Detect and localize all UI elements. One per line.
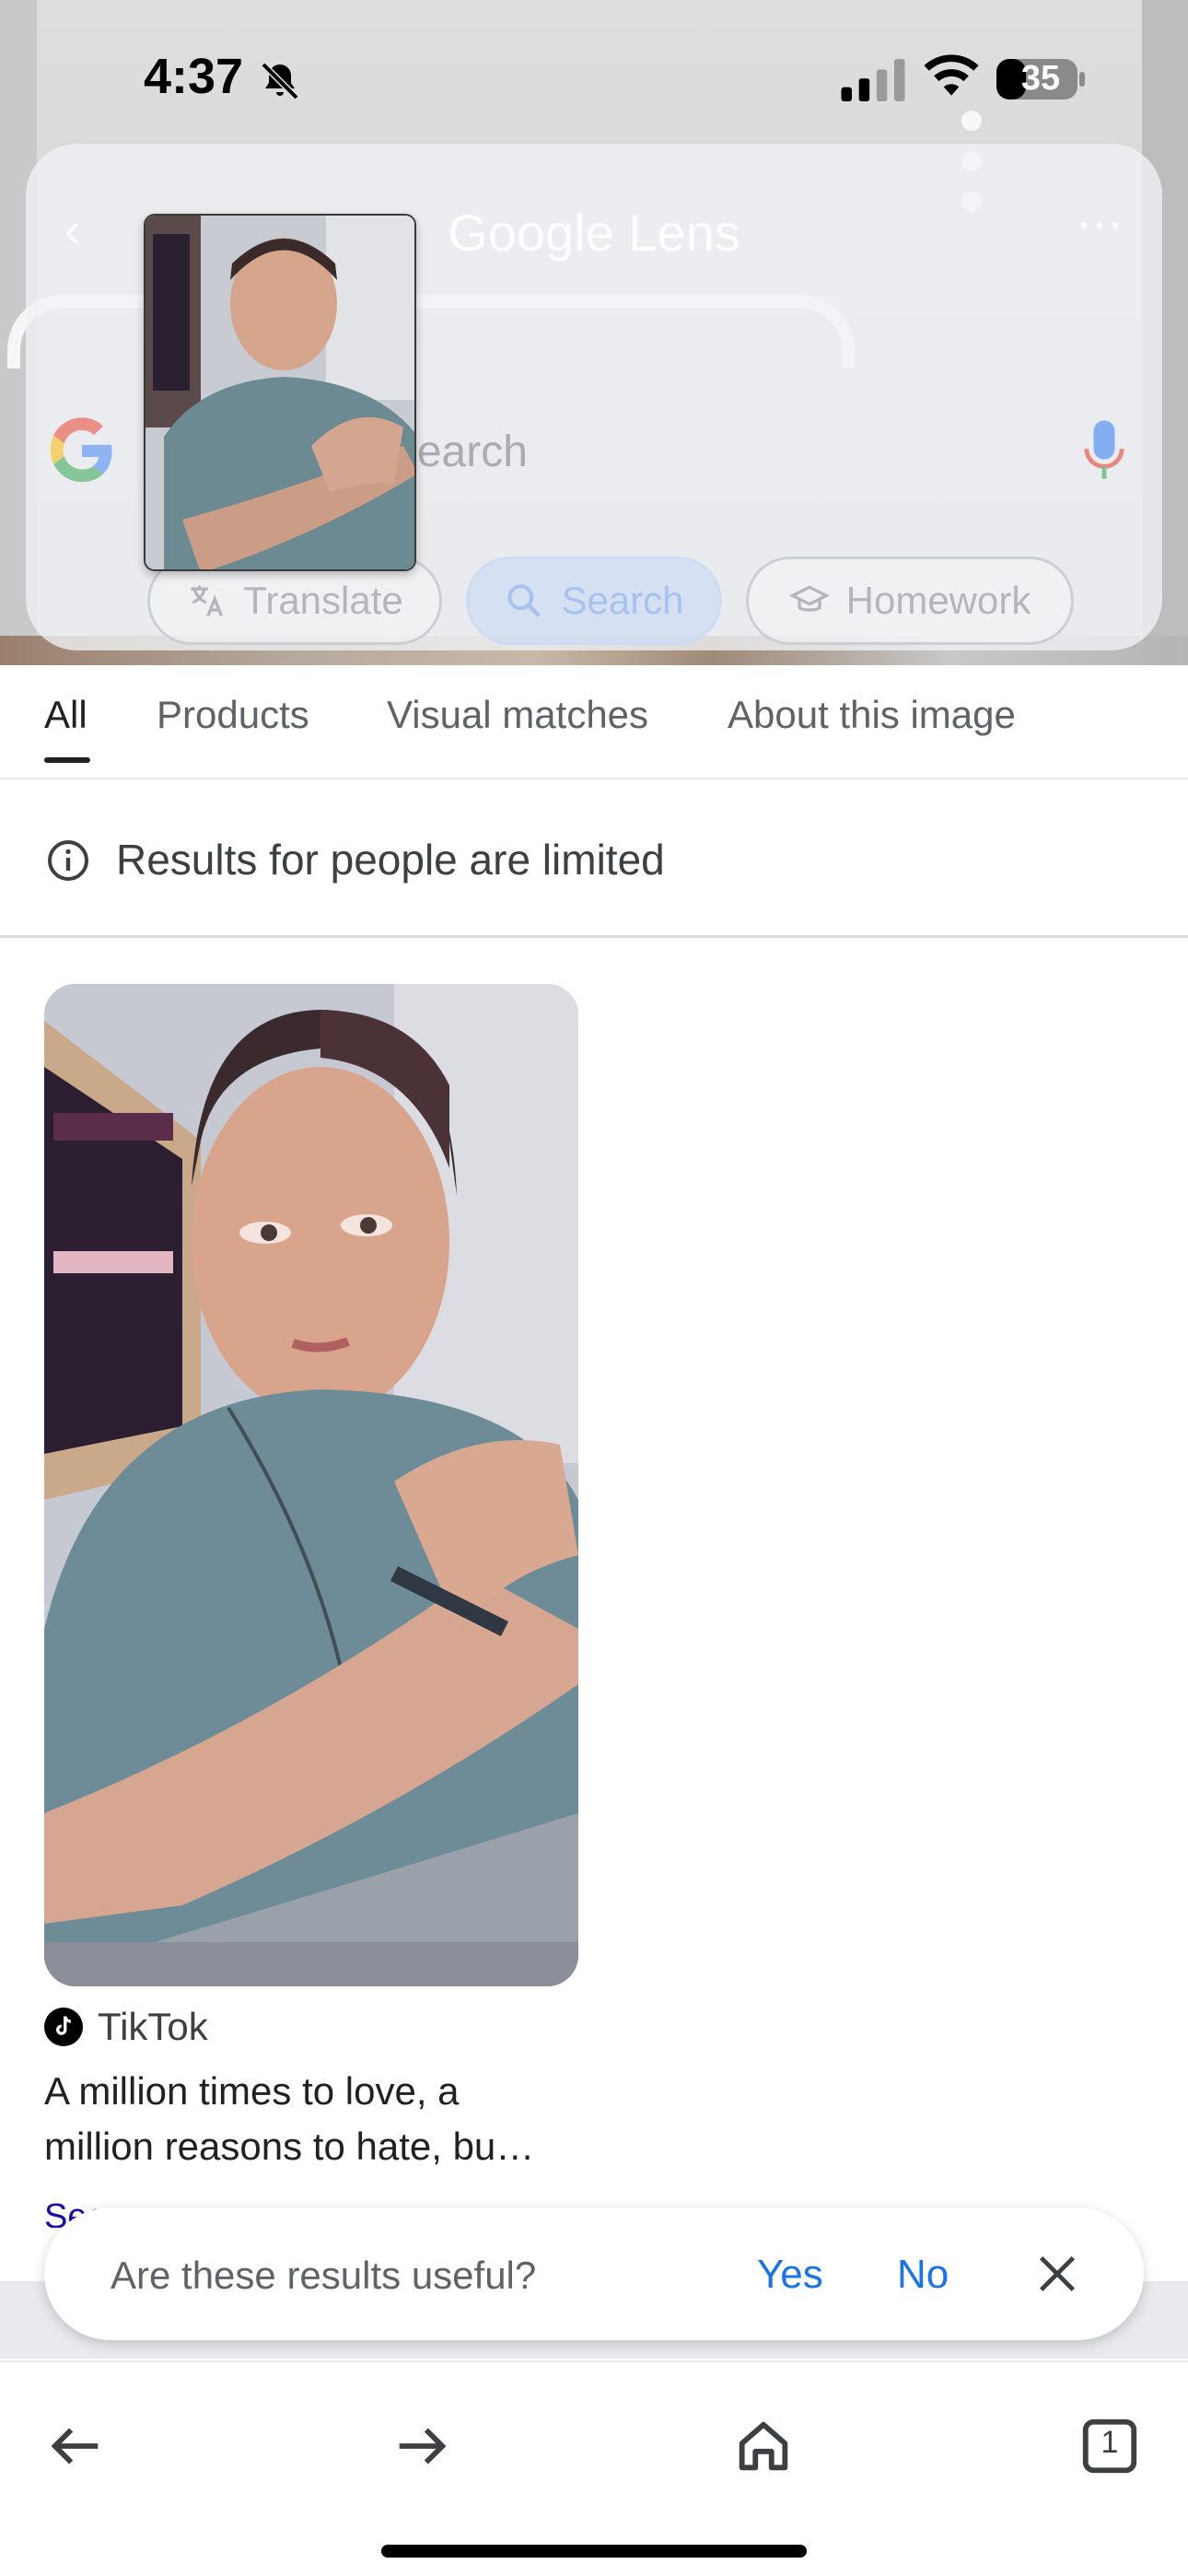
cellular-signal-icon (841, 59, 905, 101)
forward-arrow-icon[interactable] (389, 2414, 453, 2478)
tiktok-icon (44, 2008, 83, 2046)
tab-products[interactable]: Products (157, 693, 309, 737)
google-g-icon (50, 417, 112, 483)
tab-visual-matches[interactable]: Visual matches (387, 693, 648, 737)
graduation-cap-icon (788, 585, 830, 612)
close-icon[interactable] (1033, 2250, 1081, 2298)
homework-chip-label: Homework (845, 579, 1031, 622)
lens-header-area: ‹ Google Lens ⋯ 4:37 35 Add to your sear… (0, 0, 1188, 665)
source-name: TikTok (98, 2005, 208, 2048)
tab-count: 1 (1101, 2425, 1119, 2460)
feedback-yes-button[interactable]: Yes (757, 2252, 823, 2298)
search-icon (507, 584, 542, 618)
result-title-line-2: million reasons to hate, bu… (44, 2125, 535, 2168)
active-tab-indicator (44, 757, 90, 763)
status-time: 4:37 (144, 49, 244, 104)
feedback-question: Are these results useful? (111, 2254, 537, 2297)
results-tab-bar: All Products Visual matches About this i… (0, 665, 1188, 779)
translate-chip-label: Translate (243, 579, 403, 622)
result-title-line-1: A million times to love, a (44, 2069, 460, 2113)
homework-chip[interactable]: Homework (746, 556, 1074, 645)
microphone-icon[interactable] (1083, 418, 1125, 483)
home-icon[interactable] (731, 2414, 796, 2478)
feedback-prompt: Are these results useful? Yes No (44, 2207, 1144, 2340)
silent-bell-icon (261, 62, 299, 100)
visual-match-image[interactable] (44, 984, 578, 1986)
wifi-icon (924, 54, 979, 96)
battery-level: 35 (1020, 59, 1061, 98)
result-source[interactable]: TikTok (44, 2005, 208, 2049)
query-image-thumbnail[interactable] (144, 214, 416, 571)
result-title[interactable]: A million times to love, a million reaso… (44, 2064, 597, 2174)
tab-switcher-button[interactable]: 1 (1077, 2414, 1142, 2478)
browser-bottom-nav: 1 (0, 2360, 1188, 2576)
app-root: ‹ Google Lens ⋯ 4:37 35 Add to your sear… (0, 0, 1188, 2576)
search-chip-label: Search (561, 579, 684, 622)
home-indicator (381, 2545, 807, 2558)
battery-icon: 35 (995, 57, 1087, 101)
translate-icon (191, 585, 224, 617)
info-icon[interactable] (46, 838, 90, 883)
tab-all[interactable]: All (44, 693, 87, 737)
feedback-no-button[interactable]: No (897, 2252, 949, 2298)
results-limited-notice: Results for people are limited (0, 781, 1188, 938)
more-options-icon[interactable]: ⋯ (1076, 197, 1124, 252)
notice-text: Results for people are limited (116, 836, 665, 884)
back-arrow-icon[interactable] (44, 2414, 109, 2478)
tab-about-this-image[interactable]: About this image (728, 693, 1016, 737)
search-chip[interactable]: Search (466, 556, 722, 645)
